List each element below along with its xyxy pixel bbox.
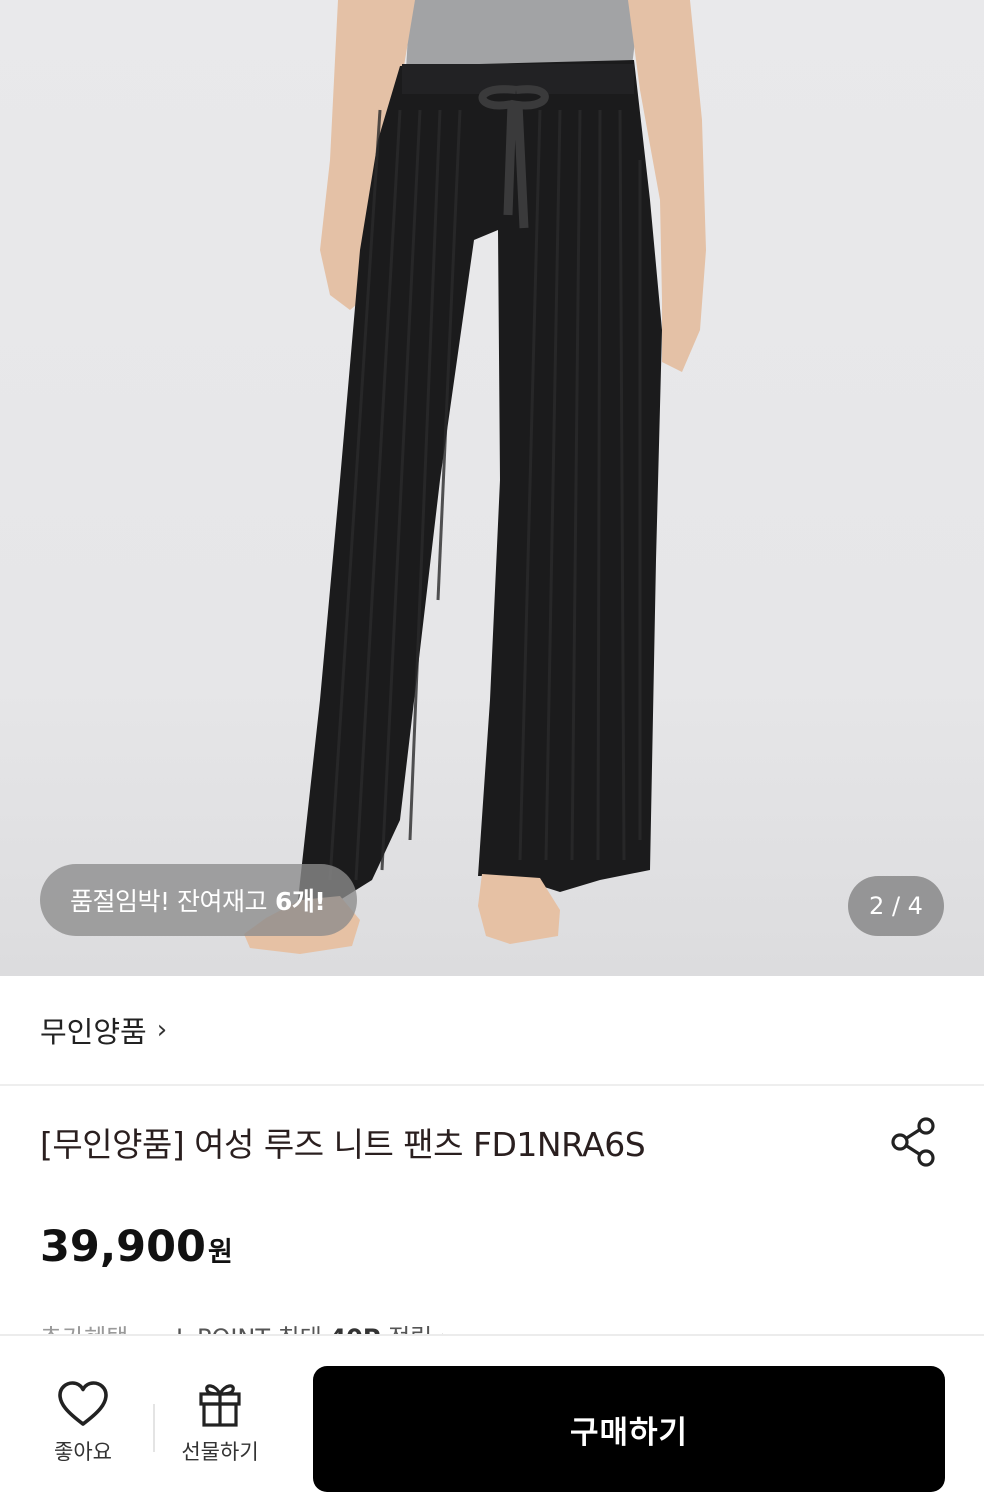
gift-icon [199,1384,241,1427]
like-button[interactable]: 좋아요 [34,1380,132,1480]
heart-icon [58,1381,108,1426]
low-stock-badge: 품절임박! 잔여재고 6개! [40,864,358,936]
stock-badge-text: 품절임박! 잔여재고 [70,887,267,916]
buy-button[interactable]: 구매하기 [313,1366,945,1492]
brand-row: 무인양품 › [0,976,984,1086]
share-button[interactable] [886,1114,942,1170]
gift-button[interactable]: 선물하기 [170,1380,270,1480]
brand-link[interactable]: 무인양품 › [40,1009,167,1051]
stock-count: 6개! [274,887,326,916]
product-title: [무인양품] 여성 루즈 니트 팬츠 FD1NRA6S [40,1125,646,1164]
grey-tank-top [406,0,640,70]
share-icon [891,1117,935,1167]
product-photo [244,0,706,954]
gift-label: 선물하기 [181,1440,259,1464]
chevron-right-icon: › [156,1015,168,1045]
like-label: 좋아요 [54,1440,112,1464]
price-currency: 원 [207,1237,233,1268]
brand-name: 무인양품 [40,1015,147,1049]
image-page-indicator: 2 / 4 [848,876,944,936]
product-price: 39,900 원 [40,1222,233,1272]
bottom-bar-divider [153,1404,155,1452]
product-image-gallery[interactable]: 품절임박! 잔여재고 6개! 2 / 4 [0,0,984,976]
price-value: 39,900 [40,1222,206,1272]
